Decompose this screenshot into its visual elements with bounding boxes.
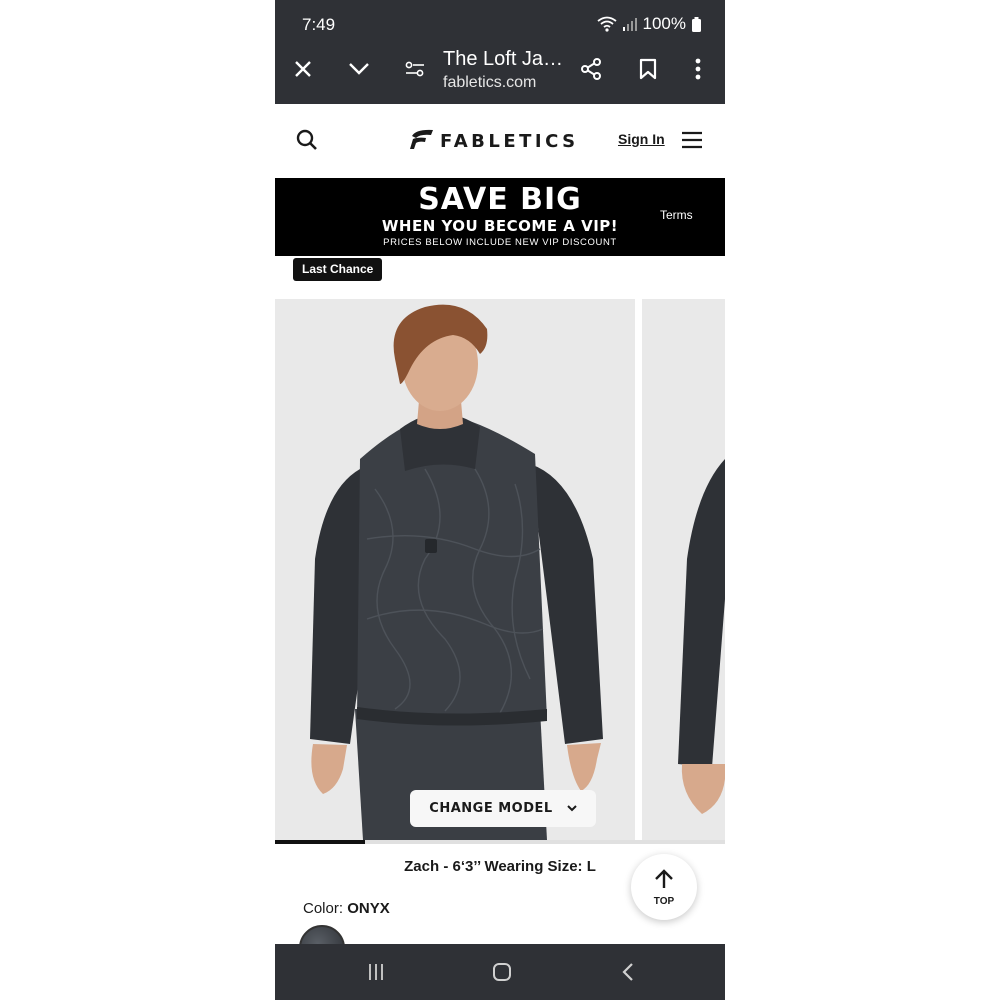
signal-icon: [622, 17, 637, 31]
gallery-progress: [275, 840, 725, 844]
color-label: Color: ONYX: [303, 900, 390, 917]
browser-chrome: 7:49 100% The Loft Ja… fabletics.com: [275, 0, 725, 104]
chevron-down-icon: [566, 801, 577, 816]
share-icon[interactable]: [573, 51, 609, 87]
terms-link[interactable]: Terms: [660, 208, 693, 222]
battery-icon: [692, 16, 701, 32]
change-model-button[interactable]: CHANGE MODEL: [410, 790, 596, 827]
status-icons: 100%: [596, 14, 701, 34]
page-title: The Loft Ja…: [443, 48, 564, 70]
battery-level: 100%: [642, 14, 686, 33]
arrow-up-icon: [653, 868, 675, 895]
phone-screen: 7:49 100% The Loft Ja… fabletics.com FAB…: [275, 0, 725, 1000]
top-label: TOP: [653, 895, 675, 907]
back-icon[interactable]: [613, 958, 643, 986]
status-time: 7:49: [302, 15, 336, 34]
fabletics-logo-icon: [410, 128, 434, 155]
product-image[interactable]: [275, 299, 635, 840]
site-header: FABLETICS Sign In: [275, 104, 725, 178]
close-icon[interactable]: [285, 51, 321, 87]
page-url: fabletics.com: [443, 74, 537, 91]
home-icon[interactable]: [487, 958, 517, 986]
banner-title: SAVE BIG: [418, 182, 582, 217]
recent-apps-icon[interactable]: [361, 958, 391, 986]
color-label-prefix: Color:: [303, 900, 348, 917]
color-value: ONYX: [347, 900, 390, 917]
more-options-icon[interactable]: [680, 51, 716, 87]
android-nav-bar: [275, 944, 725, 1000]
last-chance-badge: Last Chance: [293, 258, 383, 281]
banner-subtitle: WHEN YOU BECOME A VIP!: [381, 217, 619, 235]
change-model-label: CHANGE MODEL: [429, 801, 553, 816]
menu-icon[interactable]: [674, 122, 710, 158]
chevron-down-icon[interactable]: [341, 51, 377, 87]
search-icon[interactable]: [289, 122, 325, 158]
back-to-top-button[interactable]: TOP: [631, 854, 697, 920]
banner-note: PRICES BELOW INCLUDE NEW VIP DISCOUNT: [383, 237, 617, 248]
site-settings-icon[interactable]: [397, 51, 433, 87]
gallery-progress-fill: [275, 840, 365, 844]
brand-name: FABLETICS: [440, 131, 579, 152]
wifi-icon: [596, 16, 617, 32]
bookmark-icon[interactable]: [630, 51, 666, 87]
sign-in-link[interactable]: Sign In: [618, 131, 665, 147]
product-gallery[interactable]: CHANGE MODEL: [275, 299, 725, 840]
vip-banner[interactable]: SAVE BIG WHEN YOU BECOME A VIP! PRICES B…: [275, 178, 725, 256]
product-image-next[interactable]: [642, 299, 725, 840]
fabletics-logo[interactable]: FABLETICS: [410, 128, 579, 155]
